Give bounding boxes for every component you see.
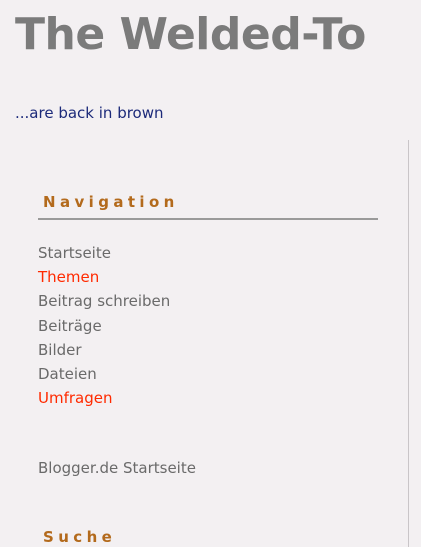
nav-item-umfragen[interactable]: Umfragen <box>38 386 170 410</box>
site-title: The Welded-To <box>15 9 366 60</box>
blogger-startseite-link[interactable]: Blogger.de Startseite <box>38 459 196 477</box>
nav-item-dateien[interactable]: Dateien <box>38 362 170 386</box>
site-tagline: ...are back in brown <box>15 104 164 122</box>
nav-item-beitraege[interactable]: Beiträge <box>38 314 170 338</box>
nav-item-themen[interactable]: Themen <box>38 265 170 289</box>
navigation-list: Startseite Themen Beitrag schreiben Beit… <box>38 241 170 410</box>
navigation-heading: Navigation <box>43 193 179 211</box>
navigation-heading-divider <box>38 218 378 220</box>
search-heading: Suche <box>43 528 117 546</box>
nav-item-startseite[interactable]: Startseite <box>38 241 170 265</box>
sidebar-border <box>408 140 409 547</box>
nav-item-beitrag-schreiben[interactable]: Beitrag schreiben <box>38 289 170 313</box>
nav-item-bilder[interactable]: Bilder <box>38 338 170 362</box>
